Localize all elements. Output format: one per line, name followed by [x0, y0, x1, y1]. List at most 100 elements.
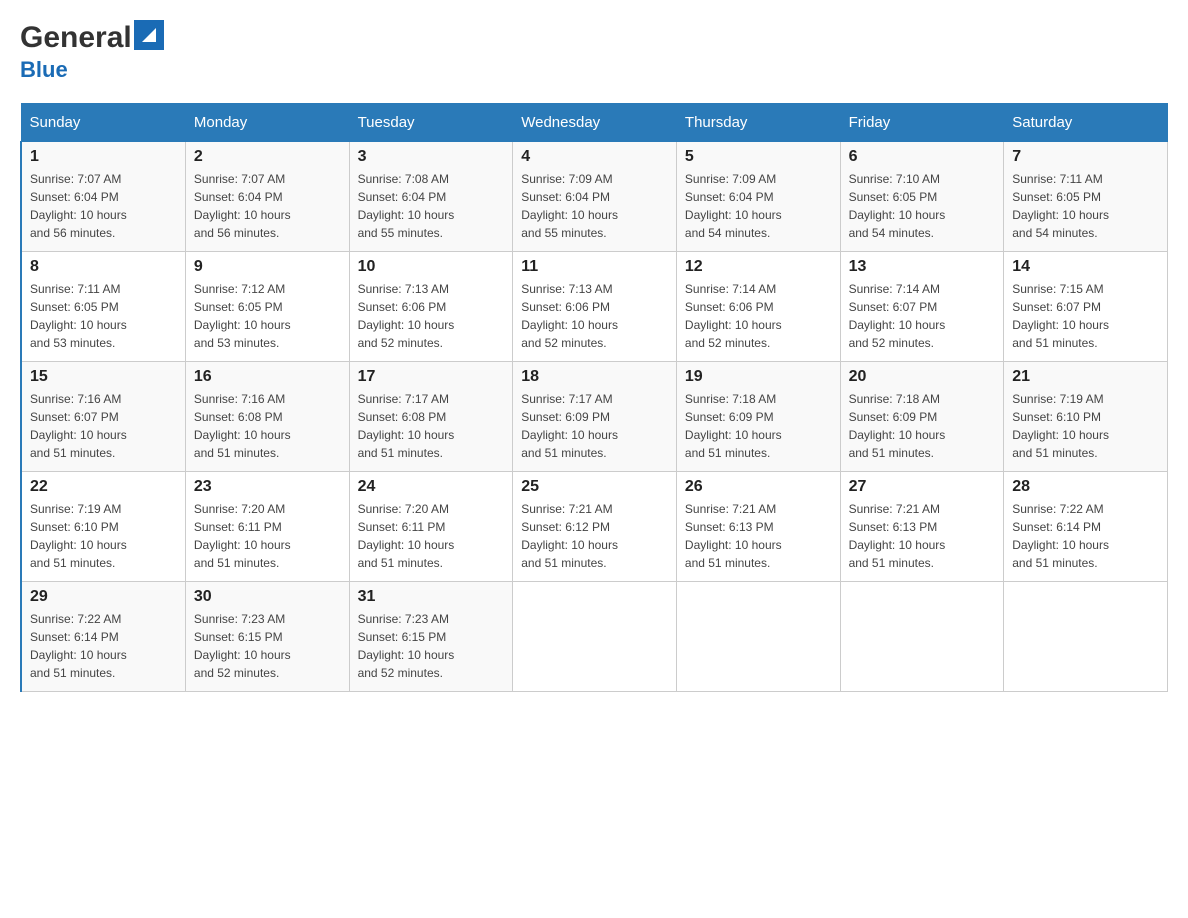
- day-info: Sunrise: 7:11 AMSunset: 6:05 PMDaylight:…: [30, 280, 177, 352]
- calendar-cell: 7 Sunrise: 7:11 AMSunset: 6:05 PMDaylight…: [1004, 142, 1168, 252]
- day-number: 22: [30, 478, 177, 496]
- week-row-1: 1 Sunrise: 7:07 AMSunset: 6:04 PMDaylight…: [21, 142, 1168, 252]
- day-number: 2: [194, 148, 341, 166]
- calendar-cell: 30 Sunrise: 7:23 AMSunset: 6:15 PMDayligh…: [185, 582, 349, 692]
- day-info: Sunrise: 7:13 AMSunset: 6:06 PMDaylight:…: [521, 280, 668, 352]
- day-info: Sunrise: 7:13 AMSunset: 6:06 PMDaylight:…: [358, 280, 505, 352]
- calendar-cell: 8Sunrise: 7:11 AMSunset: 6:05 PMDaylight…: [21, 252, 185, 362]
- day-number: 11: [521, 258, 668, 276]
- calendar-cell: 5Sunrise: 7:09 AMSunset: 6:04 PMDaylight…: [676, 142, 840, 252]
- day-number: 30: [194, 588, 341, 606]
- day-info: Sunrise: 7:14 AMSunset: 6:06 PMDaylight:…: [685, 280, 832, 352]
- day-number: 26: [685, 478, 832, 496]
- calendar-cell: 12 Sunrise: 7:14 AMSunset: 6:06 PMDayligh…: [676, 252, 840, 362]
- calendar-cell: 2 Sunrise: 7:07 AMSunset: 6:04 PMDaylight…: [185, 142, 349, 252]
- day-number: 14: [1012, 258, 1159, 276]
- logo-triangle-icon: [134, 20, 164, 55]
- day-info: Sunrise: 7:18 AMSunset: 6:09 PMDaylight:…: [849, 390, 996, 462]
- day-info: Sunrise: 7:09 AMSunset: 6:04 PMDaylight:…: [521, 170, 668, 242]
- day-number: 28: [1012, 478, 1159, 496]
- day-number: 7: [1012, 148, 1159, 166]
- day-info: Sunrise: 7:21 AMSunset: 6:12 PMDaylight:…: [521, 500, 668, 572]
- day-info: Sunrise: 7:08 AMSunset: 6:04 PMDaylight:…: [358, 170, 505, 242]
- day-number: 18: [521, 368, 668, 386]
- logo-general-text: General: [20, 21, 132, 55]
- day-info: Sunrise: 7:20 AMSunset: 6:11 PMDaylight:…: [358, 500, 505, 572]
- calendar-cell: 31 Sunrise: 7:23 AMSunset: 6:15 PMDayligh…: [349, 582, 513, 692]
- calendar-cell: 24 Sunrise: 7:20 AMSunset: 6:11 PMDayligh…: [349, 472, 513, 582]
- day-number: 20: [849, 368, 996, 386]
- day-info: Sunrise: 7:11 AMSunset: 6:05 PMDaylight:…: [1012, 170, 1159, 242]
- calendar-cell: 20 Sunrise: 7:18 AMSunset: 6:09 PMDayligh…: [840, 362, 1004, 472]
- day-info: Sunrise: 7:14 AMSunset: 6:07 PMDaylight:…: [849, 280, 996, 352]
- calendar-cell: [840, 582, 1004, 692]
- day-number: 6: [849, 148, 996, 166]
- calendar-cell: 16Sunrise: 7:16 AMSunset: 6:08 PMDayligh…: [185, 362, 349, 472]
- day-info: Sunrise: 7:15 AMSunset: 6:07 PMDaylight:…: [1012, 280, 1159, 352]
- week-row-4: 22 Sunrise: 7:19 AMSunset: 6:10 PMDayligh…: [21, 472, 1168, 582]
- day-number: 5: [685, 148, 832, 166]
- day-info: Sunrise: 7:17 AMSunset: 6:08 PMDaylight:…: [358, 390, 505, 462]
- logo-blue-text: Blue: [20, 57, 68, 83]
- day-info: Sunrise: 7:17 AMSunset: 6:09 PMDaylight:…: [521, 390, 668, 462]
- day-number: 31: [358, 588, 505, 606]
- calendar-cell: 21 Sunrise: 7:19 AMSunset: 6:10 PMDayligh…: [1004, 362, 1168, 472]
- day-info: Sunrise: 7:19 AMSunset: 6:10 PMDaylight:…: [1012, 390, 1159, 462]
- day-info: Sunrise: 7:16 AMSunset: 6:07 PMDaylight:…: [30, 390, 177, 462]
- week-row-3: 15 Sunrise: 7:16 AMSunset: 6:07 PMDayligh…: [21, 362, 1168, 472]
- day-number: 17: [358, 368, 505, 386]
- day-number: 12: [685, 258, 832, 276]
- calendar-cell: 17 Sunrise: 7:17 AMSunset: 6:08 PMDayligh…: [349, 362, 513, 472]
- calendar-cell: 25Sunrise: 7:21 AMSunset: 6:12 PMDayligh…: [513, 472, 677, 582]
- day-number: 4: [521, 148, 668, 166]
- day-info: Sunrise: 7:23 AMSunset: 6:15 PMDaylight:…: [194, 610, 341, 682]
- calendar-cell: 26 Sunrise: 7:21 AMSunset: 6:13 PMDayligh…: [676, 472, 840, 582]
- day-info: Sunrise: 7:21 AMSunset: 6:13 PMDaylight:…: [685, 500, 832, 572]
- calendar-cell: 27Sunrise: 7:21 AMSunset: 6:13 PMDayligh…: [840, 472, 1004, 582]
- logo-combined: General: [20, 20, 164, 55]
- calendar-cell: 14 Sunrise: 7:15 AMSunset: 6:07 PMDayligh…: [1004, 252, 1168, 362]
- header-saturday: Saturday: [1004, 104, 1168, 142]
- day-info: Sunrise: 7:23 AMSunset: 6:15 PMDaylight:…: [358, 610, 505, 682]
- calendar-cell: 13Sunrise: 7:14 AMSunset: 6:07 PMDayligh…: [840, 252, 1004, 362]
- header-tuesday: Tuesday: [349, 104, 513, 142]
- calendar-cell: 10 Sunrise: 7:13 AMSunset: 6:06 PMDayligh…: [349, 252, 513, 362]
- day-number: 10: [358, 258, 505, 276]
- header-monday: Monday: [185, 104, 349, 142]
- header-thursday: Thursday: [676, 104, 840, 142]
- day-info: Sunrise: 7:19 AMSunset: 6:10 PMDaylight:…: [30, 500, 177, 572]
- day-number: 21: [1012, 368, 1159, 386]
- header-sunday: Sunday: [21, 104, 185, 142]
- day-number: 24: [358, 478, 505, 496]
- day-info: Sunrise: 7:18 AMSunset: 6:09 PMDaylight:…: [685, 390, 832, 462]
- logo: General Blue: [20, 20, 164, 83]
- calendar-header-row: SundayMondayTuesdayWednesdayThursdayFrid…: [21, 104, 1168, 142]
- calendar-cell: 6 Sunrise: 7:10 AMSunset: 6:05 PMDaylight…: [840, 142, 1004, 252]
- calendar-cell: 22 Sunrise: 7:19 AMSunset: 6:10 PMDayligh…: [21, 472, 185, 582]
- day-info: Sunrise: 7:07 AMSunset: 6:04 PMDaylight:…: [194, 170, 341, 242]
- calendar-cell: 4 Sunrise: 7:09 AMSunset: 6:04 PMDaylight…: [513, 142, 677, 252]
- calendar-table: SundayMondayTuesdayWednesdayThursdayFrid…: [20, 103, 1168, 692]
- day-info: Sunrise: 7:12 AMSunset: 6:05 PMDaylight:…: [194, 280, 341, 352]
- day-info: Sunrise: 7:22 AMSunset: 6:14 PMDaylight:…: [1012, 500, 1159, 572]
- day-info: Sunrise: 7:10 AMSunset: 6:05 PMDaylight:…: [849, 170, 996, 242]
- calendar-cell: 19 Sunrise: 7:18 AMSunset: 6:09 PMDayligh…: [676, 362, 840, 472]
- day-info: Sunrise: 7:21 AMSunset: 6:13 PMDaylight:…: [849, 500, 996, 572]
- day-number: 29: [30, 588, 177, 606]
- calendar-cell: 18 Sunrise: 7:17 AMSunset: 6:09 PMDayligh…: [513, 362, 677, 472]
- calendar-cell: 15 Sunrise: 7:16 AMSunset: 6:07 PMDayligh…: [21, 362, 185, 472]
- calendar-cell: 3 Sunrise: 7:08 AMSunset: 6:04 PMDaylight…: [349, 142, 513, 252]
- day-number: 1: [30, 148, 177, 166]
- calendar-cell: 28 Sunrise: 7:22 AMSunset: 6:14 PMDayligh…: [1004, 472, 1168, 582]
- calendar-cell: 29Sunrise: 7:22 AMSunset: 6:14 PMDayligh…: [21, 582, 185, 692]
- calendar-cell: [1004, 582, 1168, 692]
- week-row-5: 29Sunrise: 7:22 AMSunset: 6:14 PMDayligh…: [21, 582, 1168, 692]
- day-number: 15: [30, 368, 177, 386]
- calendar-cell: 23Sunrise: 7:20 AMSunset: 6:11 PMDayligh…: [185, 472, 349, 582]
- day-number: 3: [358, 148, 505, 166]
- header-friday: Friday: [840, 104, 1004, 142]
- day-info: Sunrise: 7:16 AMSunset: 6:08 PMDaylight:…: [194, 390, 341, 462]
- calendar-cell: [513, 582, 677, 692]
- day-number: 19: [685, 368, 832, 386]
- page-header: General Blue: [20, 20, 1168, 83]
